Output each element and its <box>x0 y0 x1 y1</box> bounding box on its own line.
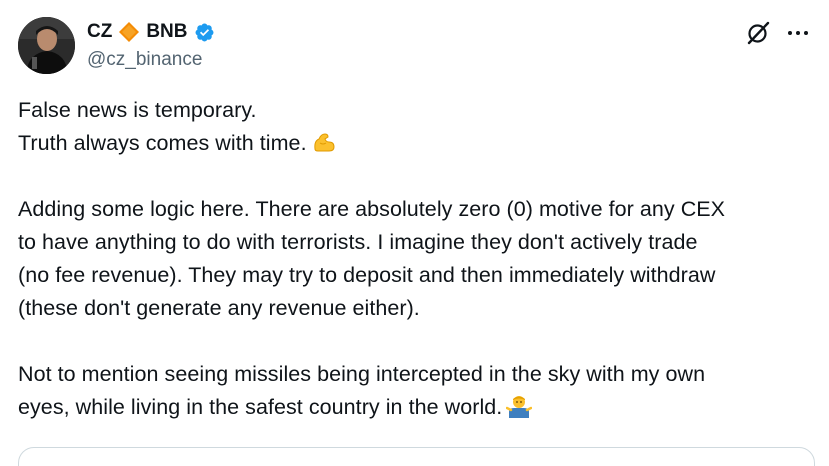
tweet-text: False news is temporary. Truth always co… <box>18 94 818 424</box>
author-handle[interactable]: @cz_binance <box>87 47 215 73</box>
flexed-biceps-emoji <box>311 129 337 155</box>
text-line: Truth always comes with time. <box>18 131 307 155</box>
quoted-tweet-card[interactable] <box>18 447 815 466</box>
tweet: CZ BNB @cz_binance False news is tempora… <box>0 0 829 466</box>
author-info: CZ BNB @cz_binance <box>87 19 215 73</box>
text-line: eyes, while living in the safest country… <box>18 395 503 419</box>
text-line: (these don't generate any revenue either… <box>18 296 420 320</box>
more-options-icon[interactable] <box>785 20 811 46</box>
text-line-with-emoji: Truth always comes with time. <box>18 127 818 160</box>
author-name-suffix: BNB <box>146 21 188 42</box>
text-line: Adding some logic here. There are absolu… <box>18 197 726 221</box>
author-name-row[interactable]: CZ BNB <box>87 19 215 45</box>
text-line: False news is temporary. <box>18 98 257 122</box>
bnb-diamond-icon <box>118 21 140 43</box>
text-line-with-emoji: eyes, while living in the safest country… <box>18 391 818 424</box>
verified-badge-icon <box>194 22 215 43</box>
text-line: to have anything to do with terrorists. … <box>18 230 698 254</box>
grok-icon[interactable] <box>745 20 771 46</box>
avatar[interactable] <box>18 17 75 74</box>
tweet-actions <box>745 20 811 46</box>
person-shrugging-emoji <box>506 393 533 419</box>
text-line: Not to mention seeing missiles being int… <box>18 362 706 386</box>
author-name: CZ <box>87 21 113 42</box>
text-line: (no fee revenue). They may try to deposi… <box>18 263 716 287</box>
avatar-image <box>18 17 75 74</box>
